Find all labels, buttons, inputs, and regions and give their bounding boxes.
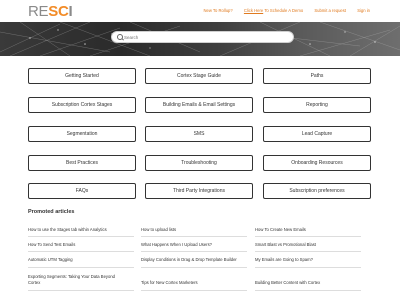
promoted-article-link[interactable]: Building Better Content with Cortex: [255, 280, 365, 286]
submit-request-link[interactable]: Submit a request: [314, 8, 346, 13]
divider: [141, 290, 247, 291]
category-subscription-preferences[interactable]: Subscription preferences: [263, 183, 371, 199]
category-troubleshooting[interactable]: Troubleshooting: [145, 155, 253, 171]
search-icon: [117, 34, 123, 40]
need-rollup-text: New To Rollup? Click Here To Schedule A …: [203, 8, 304, 13]
promoted-article-link[interactable]: How To Send Test Emails: [28, 242, 138, 248]
promoted-article-link[interactable]: My Emails are Going to Spam?: [255, 257, 365, 263]
category-onboarding-resources[interactable]: Onboarding Resources: [263, 155, 371, 171]
category-sms[interactable]: SMS: [145, 126, 253, 142]
resci-logo[interactable]: RESCI: [28, 3, 73, 20]
divider: [141, 267, 247, 268]
divider: [28, 290, 134, 291]
divider: [28, 236, 134, 237]
promoted-article-link[interactable]: How to upload lists: [141, 227, 251, 233]
category-cortex-stage-guide[interactable]: Cortex Stage Guide: [145, 68, 253, 84]
click-here-link[interactable]: Click Here: [244, 8, 263, 13]
search-input[interactable]: [124, 33, 284, 41]
category-lead-capture[interactable]: Lead Capture: [263, 126, 371, 142]
promoted-article-link[interactable]: Display Conditions in Drag & Drop Templa…: [141, 257, 251, 263]
divider: [141, 236, 247, 237]
divider: [255, 251, 361, 252]
header: RESCI New To Rollup? Click Here To Sched…: [0, 0, 400, 22]
promoted-article-link[interactable]: How To Create New Emails: [255, 227, 365, 233]
divider: [28, 251, 134, 252]
promoted-article-link[interactable]: Tips for New Cortex Marketers: [141, 280, 251, 286]
category-building-emails[interactable]: Building Emails & Email Settings: [145, 97, 253, 113]
category-getting-started[interactable]: Getting Started: [28, 68, 136, 84]
divider: [28, 267, 134, 268]
promoted-article-link[interactable]: Exporting Segments: Taking Your Data Bey…: [28, 274, 128, 285]
divider: [255, 267, 361, 268]
sign-in-link[interactable]: Sign in: [357, 8, 370, 13]
promoted-articles-heading: Promoted articles: [28, 209, 75, 215]
category-best-practices[interactable]: Best Practices: [28, 155, 136, 171]
category-paths[interactable]: Paths: [263, 68, 371, 84]
search-bar[interactable]: [111, 31, 294, 43]
promoted-article-link[interactable]: Automatic UTM Tagging: [28, 257, 138, 263]
category-reporting[interactable]: Reporting: [263, 97, 371, 113]
top-navigation: New To Rollup? Click Here To Schedule A …: [183, 8, 370, 13]
divider: [255, 236, 361, 237]
category-subscription-cortex-stages[interactable]: Subscription Cortex Stages: [28, 97, 136, 113]
promoted-article-link[interactable]: How to use the Stages tab within Analyti…: [28, 227, 138, 233]
category-segmentation[interactable]: Segmentation: [28, 126, 136, 142]
promoted-article-link[interactable]: Smart Blast vs Promotional Blast: [255, 242, 365, 248]
category-faqs[interactable]: FAQs: [28, 183, 136, 199]
promoted-article-link[interactable]: What Happens When I Upload Users?: [141, 242, 251, 248]
divider: [255, 290, 361, 291]
divider: [141, 251, 247, 252]
category-third-party-integrations[interactable]: Third Party Integrations: [145, 183, 253, 199]
